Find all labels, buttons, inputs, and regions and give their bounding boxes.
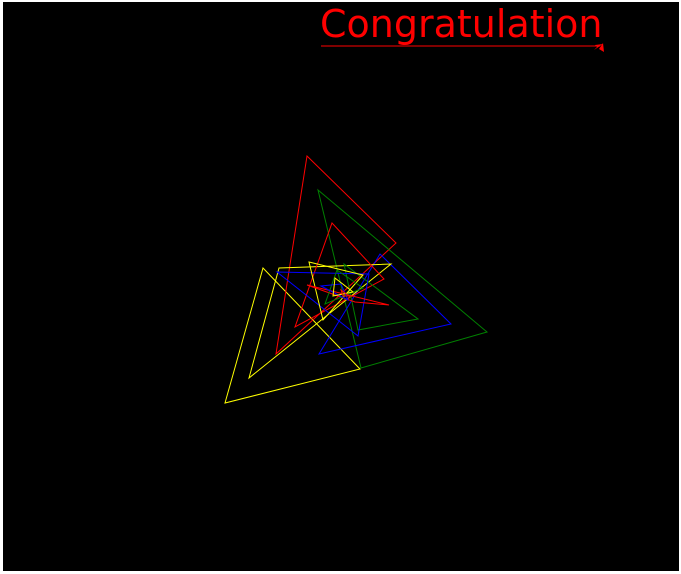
drawing-surface: Congratulation — [224, 2, 604, 404]
spiral-triangle-red — [275, 154, 397, 356]
turtle-canvas: Congratulation — [3, 2, 679, 571]
turtle-window: Congratulation — [0, 0, 681, 574]
spiral-triangle-red — [294, 222, 385, 329]
spiral-triangle-blue — [275, 271, 370, 337]
spiral-triangle-green — [317, 188, 489, 369]
congratulation-text: Congratulation — [320, 2, 603, 46]
spiral-triangle-yellow — [248, 263, 393, 380]
triangle-spiral — [224, 154, 489, 404]
spiral-triangle-yellow — [224, 267, 361, 404]
